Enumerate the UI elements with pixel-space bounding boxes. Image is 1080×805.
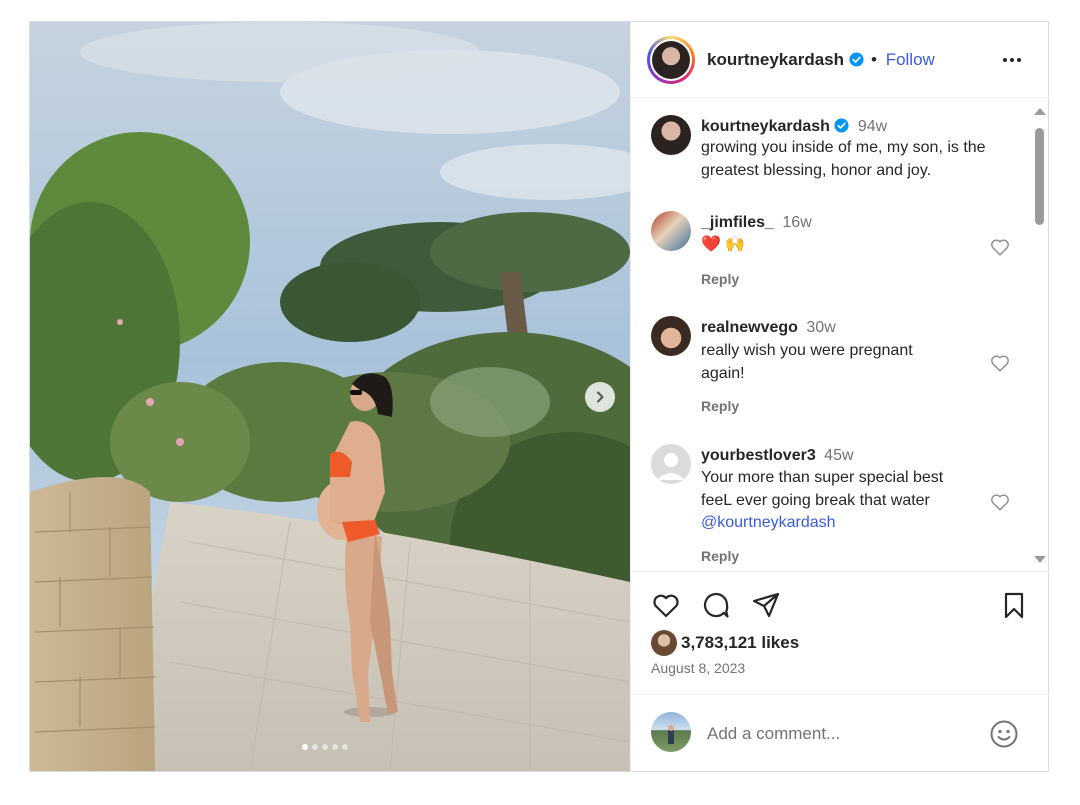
post-dialog: kourtneykardash • Follow kourtneykardash [29, 21, 1049, 772]
default-avatar-icon[interactable] [651, 444, 691, 484]
commenter-avatar[interactable] [651, 211, 691, 251]
commenter-avatar[interactable] [651, 316, 691, 356]
verified-badge-icon [834, 118, 849, 133]
heart-icon[interactable] [651, 590, 681, 620]
share-icon[interactable] [751, 590, 781, 620]
reply-button[interactable]: Reply [701, 398, 739, 414]
post-date[interactable]: August 8, 2023 [651, 660, 745, 676]
comment-time[interactable]: 45w [824, 447, 853, 464]
scroll-up-arrow-icon[interactable] [1034, 108, 1046, 115]
author-avatar[interactable] [647, 36, 695, 84]
user-silhouette-icon [657, 453, 685, 480]
chevron-right-icon [597, 391, 604, 403]
verified-badge-icon [849, 52, 864, 67]
comment-author[interactable]: _jimfiles_ 16w [701, 214, 812, 232]
follow-area: • Follow [867, 50, 935, 70]
post-side-panel: kourtneykardash • Follow kourtneykardash [630, 22, 1049, 771]
more-icon[interactable] [1003, 52, 1027, 68]
comment-time[interactable]: 30w [806, 319, 835, 336]
author-username[interactable]: kourtneykardash [707, 50, 864, 70]
emoji-icon[interactable] [989, 719, 1019, 749]
divider [631, 694, 1049, 695]
follow-button[interactable]: Follow [886, 50, 935, 69]
carousel-dot [332, 744, 338, 750]
carousel-dot [312, 744, 318, 750]
comment-text: Your more than super special best feeL e… [701, 467, 991, 535]
caption-time[interactable]: 94w [858, 118, 887, 135]
liker-avatar[interactable] [651, 630, 677, 656]
caption-author[interactable]: kourtneykardash 94w [701, 118, 887, 136]
carousel-dot [342, 744, 348, 750]
comment-text: ❤️ 🙌 [701, 236, 746, 253]
heart-icon[interactable] [989, 352, 1011, 374]
heart-icon[interactable] [989, 236, 1011, 258]
carousel-dot [322, 744, 328, 750]
post-header: kourtneykardash • Follow [631, 22, 1049, 98]
mention-link[interactable]: @kourtneykardash [701, 512, 991, 535]
post-image[interactable] [30, 22, 630, 771]
add-comment-input[interactable] [707, 722, 977, 746]
comment-time[interactable]: 16w [782, 214, 811, 231]
separator-dot: • [871, 50, 877, 69]
comment-author[interactable]: realnewvego 30w [701, 319, 836, 337]
heart-icon[interactable] [989, 491, 1011, 513]
comment-text: really wish you were pregnant again! [701, 342, 913, 382]
caption-text: growing you inside of me, my son, is the… [701, 139, 986, 179]
carousel-dot [302, 744, 308, 750]
reply-button[interactable]: Reply [701, 548, 739, 564]
reply-button[interactable]: Reply [701, 271, 739, 287]
current-user-avatar[interactable] [651, 712, 691, 752]
divider [631, 571, 1049, 572]
comment-icon[interactable] [701, 590, 731, 620]
scrollbar-thumb[interactable] [1035, 128, 1044, 225]
caption-author-avatar[interactable] [651, 115, 691, 155]
next-slide-button[interactable] [585, 382, 615, 412]
comment-author[interactable]: yourbestlover3 45w [701, 447, 854, 465]
comments-scrollbar[interactable] [1031, 108, 1047, 564]
carousel-dots [302, 744, 348, 750]
comments-list[interactable]: kourtneykardash 94w growing you inside o… [631, 99, 1049, 571]
bookmark-icon[interactable] [999, 590, 1029, 620]
photo-scene [30, 22, 630, 771]
scroll-down-arrow-icon[interactable] [1034, 556, 1046, 563]
likes-count[interactable]: 3,783,121 likes [681, 633, 799, 653]
